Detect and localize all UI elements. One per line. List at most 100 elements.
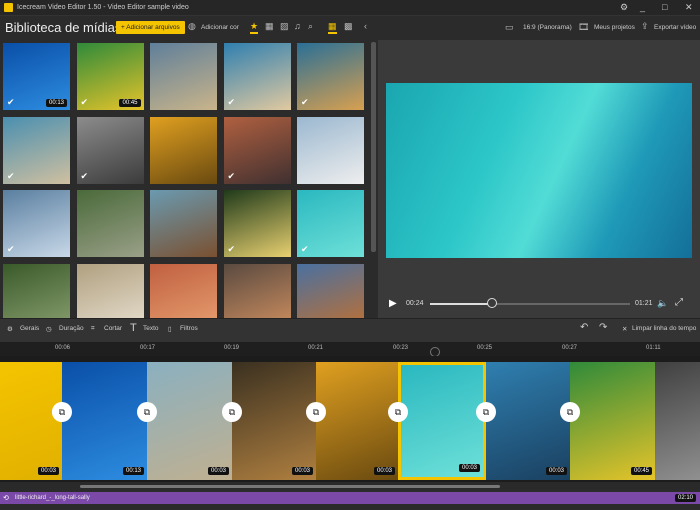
timeline-clip[interactable]: 00:03 — [0, 362, 62, 480]
gear-icon: ⚙ — [7, 326, 13, 333]
ruler-tick: 00:27 — [562, 345, 578, 351]
check-icon: ✔ — [227, 244, 236, 254]
image-icon[interactable]: ▨ — [280, 21, 289, 32]
ruler-tick: 00:25 — [477, 345, 493, 351]
ruler-tick: 00:06 — [55, 345, 71, 351]
transition-icon[interactable]: ⧉ — [388, 402, 408, 422]
ruler-tick: 00:21 — [308, 345, 324, 351]
tile-duration: 00:45 — [119, 99, 141, 107]
text-icon: T — [130, 322, 137, 334]
clear-timeline-button[interactable]: Limpar linha do tempo — [632, 325, 696, 332]
clip-duration: 00:13 — [122, 467, 144, 475]
timeline-ruler[interactable]: 00:06 00:17 00:19 00:21 00:23 00:25 00:27 01:11 — [0, 342, 700, 356]
collapse-chevron-icon[interactable]: ‹ — [364, 21, 367, 31]
check-icon: ✔ — [7, 97, 15, 107]
palette-icon: ◍ — [188, 21, 196, 31]
media-tile[interactable]: ✔ — [3, 190, 70, 257]
media-tile[interactable] — [150, 190, 217, 257]
timeline-clip[interactable]: 00:45 — [570, 362, 655, 480]
ruler-tick: 01:11 — [646, 345, 661, 351]
media-tile[interactable]: ✔ — [223, 43, 291, 110]
timeline-clip[interactable]: 00:03 — [316, 362, 398, 480]
video-preview[interactable] — [386, 83, 692, 258]
timeline-clip[interactable] — [655, 362, 700, 480]
transition-icon[interactable]: ⧉ — [222, 402, 242, 422]
large-grid-icon[interactable]: ▦ — [328, 21, 337, 34]
media-tile[interactable] — [150, 116, 217, 184]
media-tile[interactable] — [76, 263, 144, 318]
aspect-icon: ▭ — [505, 22, 514, 32]
music-icon[interactable]: ♫ — [294, 21, 301, 31]
close-button[interactable]: ✕ — [685, 2, 693, 13]
library-scrollbar[interactable] — [371, 42, 376, 252]
add-files-button[interactable]: + Adicionar arquivos — [116, 21, 185, 34]
fullscreen-icon[interactable]: ⤢ — [675, 297, 683, 308]
media-tile[interactable]: ✔ — [223, 190, 291, 257]
my-projects-button[interactable]: Meus projetos — [594, 24, 635, 31]
timeline-scroll-thumb[interactable] — [80, 485, 500, 488]
transition-icon[interactable]: ⧉ — [306, 402, 326, 422]
filters-button[interactable]: Filtros — [180, 325, 198, 332]
redo-icon[interactable]: ↷ — [599, 322, 607, 333]
transition-icon[interactable]: ⧉ — [52, 402, 72, 422]
ruler-tick: 00:19 — [224, 345, 240, 351]
clip-duration: 00:03 — [37, 467, 59, 475]
general-button[interactable]: Gerais — [20, 325, 39, 332]
audio-track[interactable] — [0, 492, 700, 504]
seek-progress — [430, 303, 492, 305]
video-track: 00:03⊕00:13⧉00:03⧉00:03⧉00:03⧉00:03⧉00:0… — [0, 356, 700, 482]
undo-icon[interactable]: ↶ — [580, 322, 588, 333]
play-icon[interactable]: ▶ — [389, 298, 397, 309]
check-icon: ✔ — [301, 244, 309, 254]
timeline-clip[interactable]: 00:03 — [486, 362, 570, 480]
minimize-button[interactable]: _ — [640, 2, 645, 12]
crop-icon: ⌗ — [91, 325, 95, 332]
gear-icon[interactable]: ⚙ — [620, 2, 628, 13]
media-tile[interactable]: ✔ — [297, 43, 364, 110]
add-color-button[interactable]: Adicionar cor — [201, 24, 239, 31]
app-logo — [4, 3, 13, 12]
timeline-clip[interactable]: 00:13 — [62, 362, 147, 480]
maximize-button[interactable]: □ — [662, 2, 667, 12]
projects-icon: 🎞 — [578, 22, 590, 32]
media-tile[interactable]: ✔ — [297, 190, 364, 257]
video-icon[interactable]: ▦ — [265, 21, 274, 32]
current-time: 00:24 — [406, 300, 424, 307]
window-title: Icecream Video Editor 1.50 - Video Edito… — [17, 4, 189, 11]
media-tile[interactable] — [223, 263, 291, 318]
media-tile[interactable] — [150, 263, 217, 318]
star-icon[interactable]: ★ — [250, 21, 259, 34]
ruler-tick: 00:23 — [393, 345, 409, 351]
media-tile[interactable]: ✔ — [76, 116, 144, 184]
export-video-button[interactable]: Exportar vídeo — [654, 24, 696, 31]
search-icon[interactable]: ⌕ — [308, 21, 313, 32]
audio-name: little-richard_-_long-tall-sally — [15, 495, 90, 501]
duration-button[interactable]: Duração — [59, 325, 84, 332]
transition-icon[interactable]: ⧉ — [476, 402, 496, 422]
media-tile[interactable]: ✔ 00:45 — [76, 43, 144, 110]
volume-icon[interactable]: 🔈 — [657, 298, 668, 309]
timeline-clip[interactable]: 00:03 — [398, 362, 486, 480]
library-title: Biblioteca de mídias — [5, 20, 122, 35]
text-button[interactable]: Texto — [143, 325, 159, 332]
check-icon: ✔ — [7, 170, 15, 181]
media-tile[interactable]: ✔ — [3, 116, 70, 184]
transition-icon[interactable]: ⧉ — [560, 402, 580, 422]
clip-duration: 00:03 — [207, 467, 229, 475]
aspect-ratio-button[interactable]: 16:9 (Panorama) — [523, 24, 572, 31]
timeline-clip[interactable]: 00:03 — [147, 362, 232, 480]
small-grid-icon[interactable]: ▩ — [344, 21, 353, 32]
media-tile[interactable] — [297, 263, 364, 318]
media-tile[interactable]: ✔ 00:13 — [3, 43, 70, 110]
media-tile[interactable] — [76, 190, 144, 257]
timeline-clip[interactable]: 00:03 — [232, 362, 316, 480]
crop-button[interactable]: Cortar — [104, 325, 122, 332]
export-icon: ⇪ — [641, 21, 649, 31]
media-tile[interactable] — [150, 43, 217, 110]
media-tile[interactable]: ✔ — [223, 116, 291, 184]
seek-handle[interactable] — [487, 298, 497, 308]
transition-icon[interactable]: ⧉ — [137, 402, 157, 422]
media-tile[interactable] — [3, 263, 70, 318]
loop-icon: ⟲ — [3, 495, 9, 502]
media-tile[interactable] — [297, 116, 364, 184]
